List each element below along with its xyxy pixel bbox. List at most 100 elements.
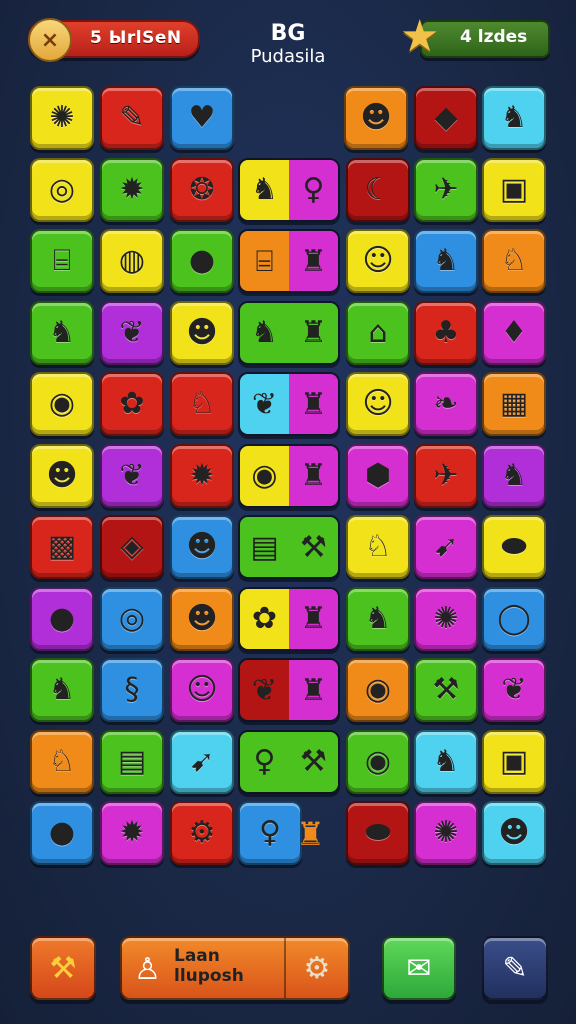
tile[interactable]: ✹: [170, 443, 234, 508]
hammer-button[interactable]: ⚒: [30, 936, 96, 1000]
double-tile-half: ⚒: [289, 731, 338, 792]
tile[interactable]: ☾: [346, 157, 410, 222]
double-tile[interactable]: ❦ ♜: [238, 372, 340, 436]
score-pill[interactable]: ★ 4 lzdes: [400, 12, 550, 62]
tile[interactable]: ✺: [414, 586, 478, 651]
tile-icon: ◯: [497, 600, 531, 636]
tile[interactable]: ◉: [30, 372, 94, 436]
tile-icon: ◎: [48, 171, 76, 207]
tile[interactable]: ♘: [346, 515, 410, 579]
tile-icon: ◉: [251, 458, 278, 493]
tile-icon: ☻: [498, 815, 530, 850]
learn-button[interactable]: ♙ Laan lluposh ⚙: [120, 936, 350, 1000]
tile[interactable]: ❧: [414, 372, 478, 436]
tile[interactable]: ●: [170, 229, 234, 293]
double-tile[interactable]: ♞ ♜: [238, 300, 340, 365]
tile[interactable]: ✎: [100, 86, 164, 150]
tile[interactable]: ♞: [482, 443, 546, 508]
tile[interactable]: ♥: [170, 86, 234, 150]
tile[interactable]: ✺: [30, 86, 94, 150]
tile[interactable]: ❦: [100, 443, 164, 508]
tile[interactable]: ♞: [30, 658, 94, 722]
mail-button[interactable]: ✉: [382, 936, 456, 1000]
tile[interactable]: ⚙: [170, 801, 234, 865]
tile[interactable]: ☺: [346, 372, 410, 436]
tile[interactable]: ☻: [170, 300, 234, 365]
tile[interactable]: ◎: [30, 157, 94, 222]
loose-piece-icon[interactable]: ♜: [296, 815, 325, 853]
tile[interactable]: ♀: [238, 801, 302, 865]
tile[interactable]: ⬢: [346, 443, 410, 508]
double-tile-half: ♜: [289, 588, 338, 649]
tile-icon: ♞: [500, 457, 528, 493]
tile[interactable]: ✺: [414, 801, 478, 865]
tile[interactable]: ⬬: [482, 515, 546, 579]
tile[interactable]: ◆: [414, 86, 478, 150]
tile[interactable]: ▣: [482, 729, 546, 794]
tile[interactable]: ✿: [100, 372, 164, 436]
tile[interactable]: ◎: [100, 586, 164, 651]
tile[interactable]: ◍: [100, 229, 164, 293]
double-tile[interactable]: ⌸ ♜: [238, 229, 340, 293]
tile[interactable]: ♞: [482, 86, 546, 150]
tile[interactable]: ➹: [414, 515, 478, 579]
tile[interactable]: ➹: [170, 729, 234, 794]
tile[interactable]: ◉: [346, 729, 410, 794]
tile[interactable]: ♞: [414, 729, 478, 794]
score-label: 4 lzdes: [460, 27, 528, 47]
tile-icon: ✺: [433, 815, 459, 850]
edit-button[interactable]: ✎: [482, 936, 548, 1000]
tile-icon: ♘: [500, 243, 528, 278]
tile[interactable]: ▣: [482, 157, 546, 222]
tile[interactable]: ☺: [346, 229, 410, 293]
tile[interactable]: §: [100, 658, 164, 722]
tile[interactable]: ▤: [100, 729, 164, 794]
tile[interactable]: ●: [30, 801, 94, 865]
tile[interactable]: ⌂: [346, 300, 410, 365]
settings-button[interactable]: ⚙: [284, 938, 348, 998]
tile[interactable]: ♘: [170, 372, 234, 436]
double-tile[interactable]: ▤ ⚒: [238, 515, 340, 579]
double-tile[interactable]: ♀ ⚒: [238, 729, 340, 794]
tile[interactable]: ☺: [170, 658, 234, 722]
tile[interactable]: ⌸: [30, 229, 94, 293]
tile[interactable]: ✈: [414, 157, 478, 222]
tile[interactable]: ♘: [30, 729, 94, 794]
tile[interactable]: ❦: [482, 658, 546, 722]
tile[interactable]: ♣: [414, 300, 478, 365]
double-tile[interactable]: ♞ ♀: [238, 157, 340, 222]
tile-icon: ♘: [188, 386, 216, 421]
tile[interactable]: ✹: [100, 801, 164, 865]
tile[interactable]: ♞: [414, 229, 478, 293]
tile[interactable]: ◉: [346, 658, 410, 722]
tile[interactable]: ♞: [30, 300, 94, 365]
tile[interactable]: ◯: [482, 586, 546, 651]
close-button[interactable]: ×: [28, 18, 72, 62]
tile[interactable]: ●: [30, 586, 94, 651]
tile[interactable]: ☻: [482, 801, 546, 865]
double-tile[interactable]: ✿ ♜: [238, 586, 340, 651]
tile[interactable]: ❦: [100, 300, 164, 365]
tile-icon: ☺: [362, 386, 394, 421]
tile[interactable]: ⬬: [346, 801, 410, 865]
double-tile[interactable]: ❦ ♜: [238, 658, 340, 722]
tile[interactable]: ☻: [30, 443, 94, 508]
tile[interactable]: ▦: [482, 372, 546, 436]
edit-icon: ✎: [502, 950, 528, 986]
tile-icon: ☻: [46, 457, 78, 493]
tile[interactable]: ♞: [346, 586, 410, 651]
double-tile[interactable]: ◉ ♜: [238, 443, 340, 508]
tile[interactable]: ☻: [170, 515, 234, 579]
tile[interactable]: ♦: [482, 300, 546, 365]
title-block: BG Pudasila: [200, 22, 376, 68]
tile[interactable]: ❂: [170, 157, 234, 222]
tile[interactable]: ⚒: [414, 658, 478, 722]
tile[interactable]: ▩: [30, 515, 94, 579]
tile[interactable]: ☻: [344, 86, 408, 150]
tile-icon: ⬬: [365, 815, 391, 850]
tile[interactable]: ✹: [100, 157, 164, 222]
tile[interactable]: ♘: [482, 229, 546, 293]
tile[interactable]: ✈: [414, 443, 478, 508]
tile[interactable]: ◈: [100, 515, 164, 579]
tile[interactable]: ☻: [170, 586, 234, 651]
